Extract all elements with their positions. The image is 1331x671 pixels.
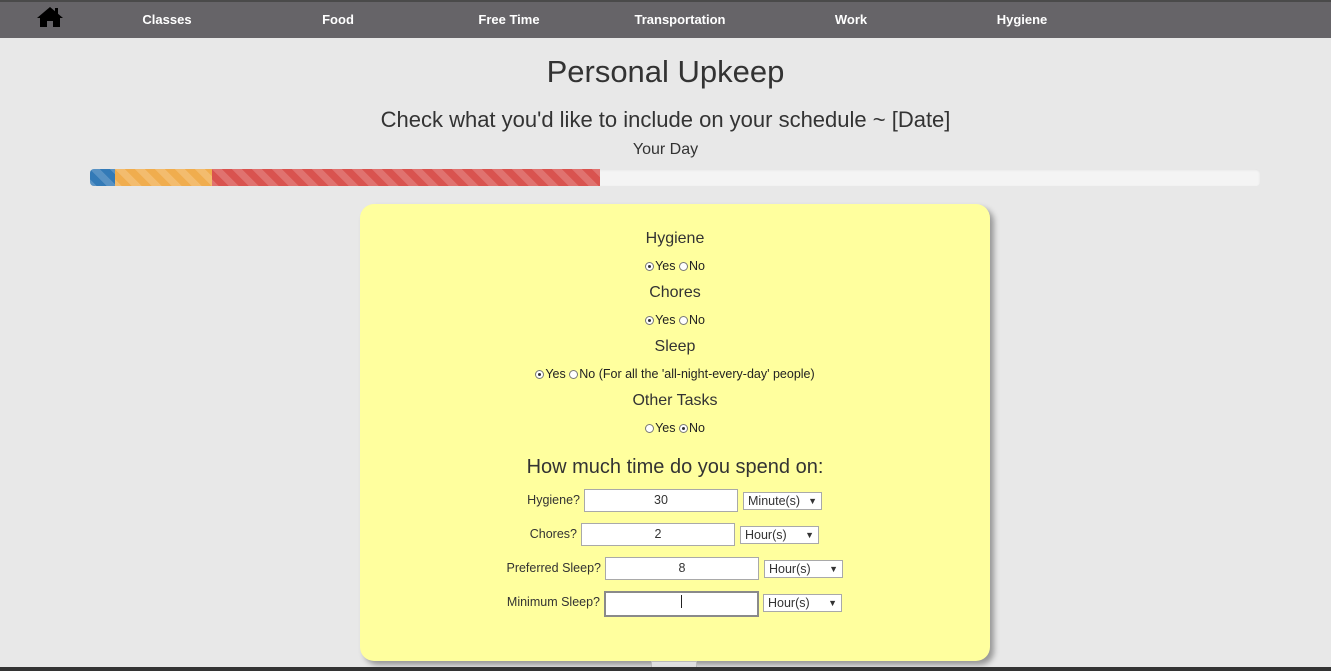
chores-time-input[interactable]: 2 — [581, 523, 735, 546]
sleep-note: (For all the 'all-night-every-day' peopl… — [598, 367, 815, 381]
chores-unit-select[interactable]: Hour(s) ▼ — [740, 526, 819, 544]
radio-group-sleep: Yes No (For all the 'all-night-every-day… — [360, 367, 990, 381]
other-tasks-yes-label: Yes — [655, 421, 676, 435]
dropdown-arrow-icon: ▼ — [805, 530, 814, 540]
other-tasks-no-label: No — [688, 421, 705, 435]
hygiene-unit-select[interactable]: Minute(s) ▼ — [743, 492, 822, 510]
home-icon[interactable] — [36, 5, 64, 31]
top-navbar: Classes Food Free Time Transportation Wo… — [0, 0, 1331, 38]
hygiene-yes-label: Yes — [655, 259, 676, 273]
upkeep-form-card: Hygiene Yes No Chores Yes No Sleep Yes N… — [360, 204, 990, 661]
chores-yes-label: Yes — [655, 313, 676, 327]
radio-group-other-tasks: Yes No — [360, 421, 990, 435]
text-caret — [681, 595, 682, 608]
chores-time-label: Chores? — [529, 527, 577, 541]
hygiene-no-label: No — [688, 259, 705, 273]
progress-segment-blue — [90, 169, 115, 186]
chores-unit-value: Hour(s) — [745, 528, 787, 542]
minimum-sleep-label: Minimum Sleep? — [506, 595, 600, 609]
dropdown-arrow-icon: ▼ — [828, 598, 837, 608]
nav-item-free-time[interactable]: Free Time — [478, 12, 539, 27]
hygiene-yes-radio[interactable] — [645, 262, 655, 271]
question-label-other-tasks: Other Tasks — [632, 392, 718, 409]
minimum-sleep-input[interactable] — [604, 591, 759, 617]
other-tasks-yes-radio[interactable] — [645, 424, 655, 433]
dropdown-arrow-icon: ▼ — [829, 564, 838, 574]
dropdown-arrow-icon: ▼ — [808, 496, 817, 506]
sleep-yes-radio[interactable] — [535, 370, 545, 379]
radio-group-hygiene: Yes No — [360, 259, 990, 273]
sleep-yes-label: Yes — [545, 367, 566, 381]
other-tasks-no-radio[interactable] — [678, 424, 688, 433]
hygiene-no-radio[interactable] — [678, 262, 688, 271]
nav-item-food[interactable]: Food — [322, 12, 354, 27]
question-label-sleep: Sleep — [654, 338, 696, 355]
hygiene-time-input[interactable]: 30 — [584, 489, 738, 512]
preferred-sleep-unit-value: Hour(s) — [769, 562, 811, 576]
nav-item-classes[interactable]: Classes — [142, 12, 191, 27]
chores-no-label: No — [688, 313, 705, 327]
radio-group-chores: Yes No — [360, 313, 990, 327]
chores-no-radio[interactable] — [678, 316, 688, 325]
preferred-sleep-input[interactable]: 8 — [605, 557, 759, 580]
minimum-sleep-unit-select[interactable]: Hour(s) ▼ — [763, 594, 842, 612]
preferred-sleep-label: Preferred Sleep? — [506, 561, 601, 575]
chores-yes-radio[interactable] — [645, 316, 655, 325]
bottom-edge — [0, 667, 1331, 671]
page-title: Personal Upkeep — [546, 54, 785, 89]
nav-item-hygiene[interactable]: Hygiene — [997, 12, 1048, 27]
day-progress-bar — [90, 169, 1260, 186]
sleep-no-label: No — [579, 367, 596, 381]
nav-item-transportation[interactable]: Transportation — [634, 12, 725, 27]
page-subtitle: Check what you'd like to include on your… — [380, 107, 951, 132]
preferred-sleep-unit-select[interactable]: Hour(s) ▼ — [764, 560, 843, 578]
hygiene-unit-value: Minute(s) — [748, 494, 801, 508]
question-label-chores: Chores — [649, 284, 701, 301]
hygiene-time-label: Hygiene? — [527, 493, 580, 507]
progress-segment-orange — [114, 169, 212, 186]
progress-segment-red — [211, 169, 601, 186]
nav-item-work[interactable]: Work — [835, 12, 867, 27]
minimum-sleep-unit-value: Hour(s) — [768, 596, 810, 610]
progress-caption: Your Day — [632, 141, 699, 158]
question-label-hygiene: Hygiene — [645, 230, 705, 247]
time-section-title: How much time do you spend on: — [526, 456, 824, 478]
sleep-no-radio[interactable] — [569, 370, 579, 379]
